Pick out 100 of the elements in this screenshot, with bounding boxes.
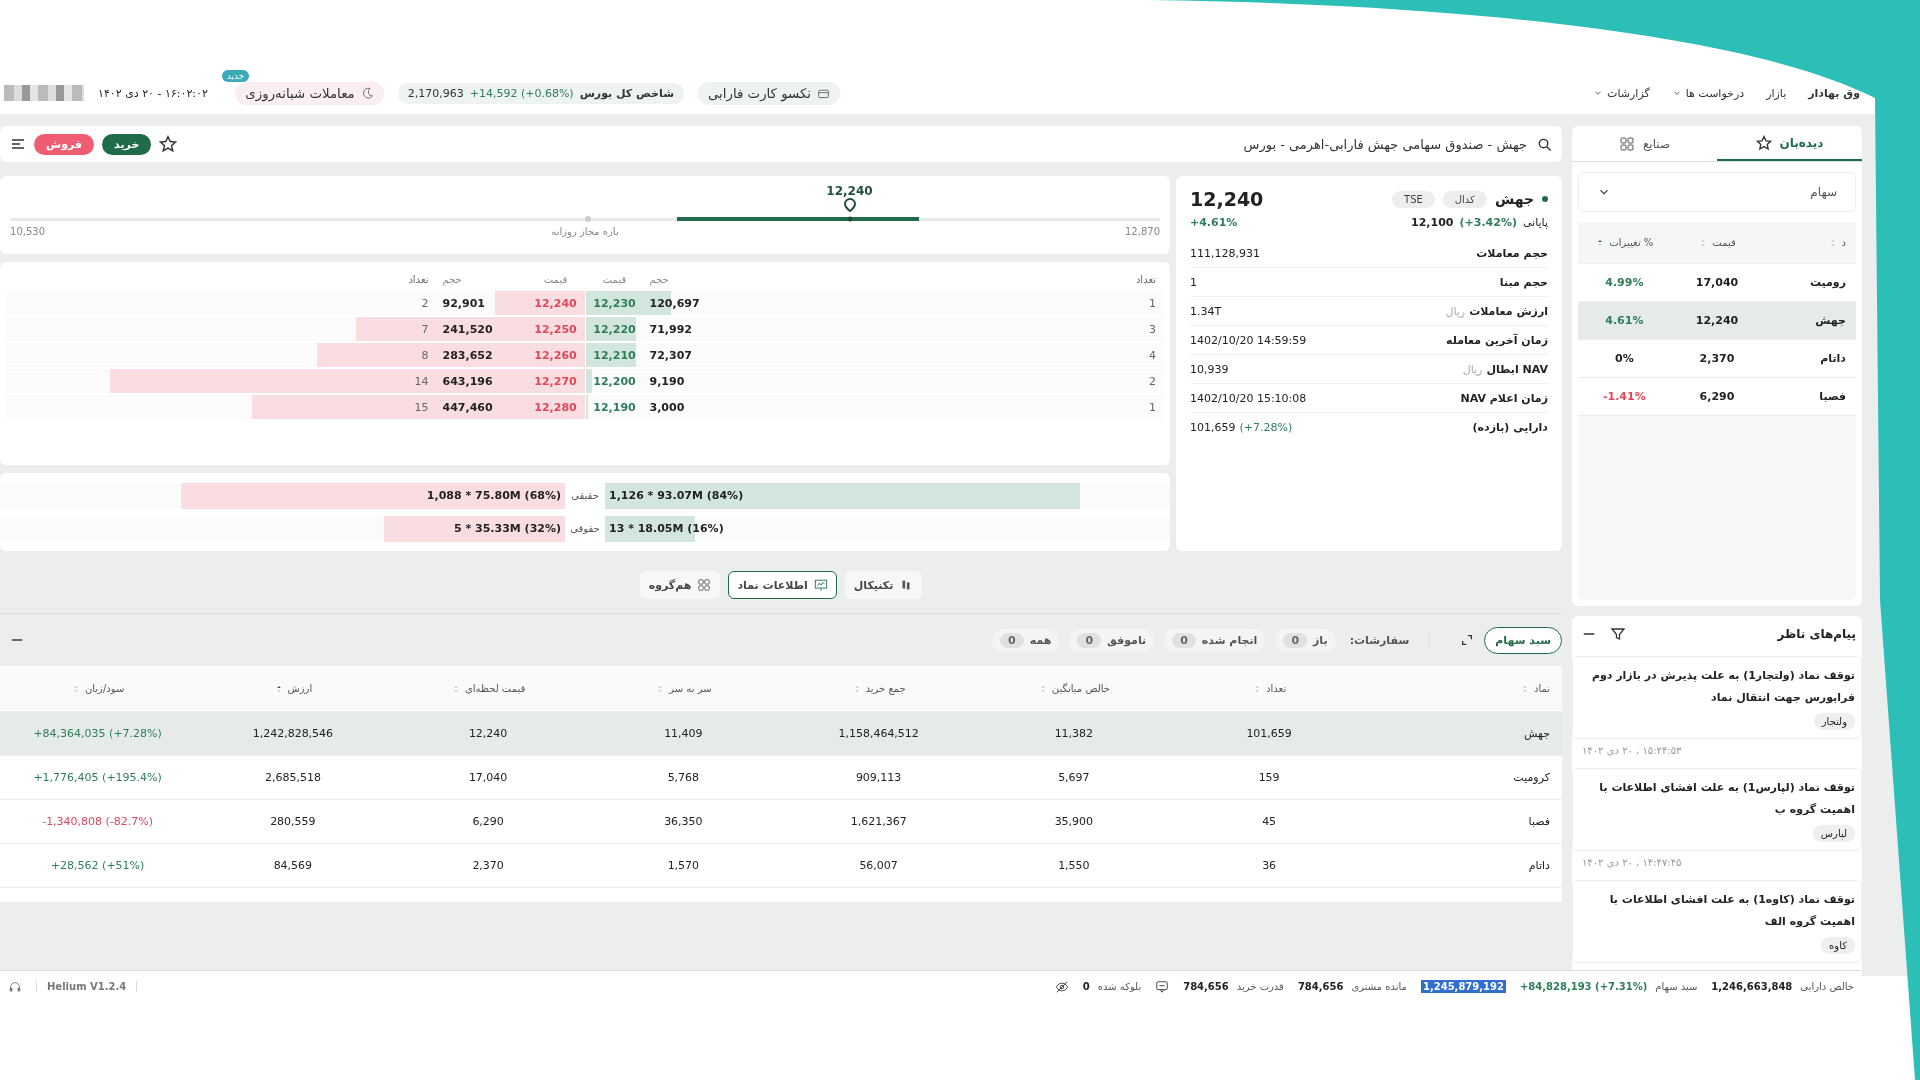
status-label: خالص دارایی xyxy=(1800,981,1854,992)
status-value: 784,656 xyxy=(1183,981,1229,992)
buy-share-text: 1,126 * 93.07M (84%) xyxy=(608,489,745,502)
message-icon[interactable] xyxy=(1155,979,1170,994)
change-percent: 4.61% xyxy=(1604,314,1645,327)
order-volume: 71,992 xyxy=(648,322,693,336)
closing-label: پایانی xyxy=(1522,216,1548,229)
unit-label: ریال xyxy=(1445,304,1466,318)
symbol-tag[interactable]: ولتجار xyxy=(1813,713,1855,730)
order-count: 3 xyxy=(1148,322,1157,336)
expand-icon[interactable] xyxy=(1460,633,1475,647)
field-label: ارزش معاملات xyxy=(1469,304,1548,318)
count-badge: 0 xyxy=(1000,632,1024,648)
table-cell-text: 280,559 xyxy=(269,815,317,828)
table-cell-text: 1,242,828,546 xyxy=(251,727,335,740)
panel-title: پیام‌های ناظر xyxy=(1776,627,1856,641)
card-button[interactable]: نکسو کارت فارابی xyxy=(697,81,841,105)
message-text: توقف نماد (کاوه1) به علت افشای اطلاعات با اهمیت گروه الف xyxy=(1608,892,1855,930)
symbol-name: فصبا xyxy=(1818,390,1847,403)
star-icon xyxy=(1755,134,1772,151)
ask-price: 12,260 xyxy=(533,348,578,362)
count-badge: 0 xyxy=(1283,632,1308,648)
moon-icon xyxy=(360,86,374,100)
ask-price: 12,280 xyxy=(533,400,578,414)
search-icon xyxy=(1537,136,1552,152)
sidebar-tab[interactable]: دیده‌بان xyxy=(1717,126,1862,161)
table-cell-text: 2,370 xyxy=(471,859,505,872)
order-volume: 241,520 xyxy=(441,322,494,336)
index-change: +14,592 (+0.68%) xyxy=(469,86,574,100)
table-cell-text: 45 xyxy=(1261,815,1278,828)
menu-item[interactable]: درخواست ها xyxy=(1671,86,1745,100)
change-percent: 4.99% xyxy=(1604,276,1645,289)
symbol-tag[interactable]: لپارس xyxy=(1812,825,1855,842)
hide-icon[interactable] xyxy=(1054,979,1069,994)
filter-icon[interactable] xyxy=(1610,626,1626,642)
ask-price: 12,250 xyxy=(533,322,578,336)
buy-button[interactable]: خرید xyxy=(102,133,152,155)
investor-type-label: حقوقی xyxy=(569,523,601,534)
field-value: 111,128,931 xyxy=(1190,246,1260,260)
order-volume: 92,901 xyxy=(441,296,486,310)
column-header: % تغییرات xyxy=(1578,237,1671,248)
column-header: قیمت xyxy=(542,273,569,285)
symbol-name: جهش xyxy=(1814,314,1847,327)
table-cell-text: 1,550 xyxy=(1057,859,1091,872)
grid-icon xyxy=(697,578,712,592)
bid-price: 12,190 xyxy=(592,400,637,414)
view-tab[interactable]: هم‌گروه xyxy=(639,571,721,599)
field-value: 1.34T xyxy=(1190,304,1222,318)
order-count: 8 xyxy=(420,348,430,362)
date-time: ۱۶:۰۲:۰۲ - ۲۰ دی ۱۴۰۲ xyxy=(98,86,208,100)
column-header: حجم xyxy=(441,273,463,285)
count-badge: 0 xyxy=(1172,632,1196,648)
symbol-tag[interactable]: TSE xyxy=(1392,190,1435,208)
table-cell-text: 35,900 xyxy=(1053,815,1095,828)
menu-item[interactable]: گزارشات xyxy=(1593,86,1650,100)
status-value: 1,245,879,192 xyxy=(1420,980,1506,993)
sell-share-text: 5 * 35.33M (32%) xyxy=(452,522,562,535)
field-label: حجم معاملات xyxy=(1476,246,1548,260)
column-header: د xyxy=(1763,237,1856,248)
order-volume: 3,000 xyxy=(648,400,686,414)
column-header: تعداد xyxy=(1171,683,1367,694)
order-count: 15 xyxy=(413,400,430,414)
order-count: 4 xyxy=(1148,348,1157,362)
star-icon[interactable] xyxy=(159,135,178,153)
sidebar-tab[interactable]: صنایع xyxy=(1572,126,1717,161)
ask-price: 12,270 xyxy=(533,374,578,388)
field-label: NAV ابطال xyxy=(1486,362,1548,376)
order-volume: 9,190 xyxy=(648,374,686,388)
price: 2,370 xyxy=(1698,352,1736,365)
menu-icon[interactable] xyxy=(10,136,26,152)
status-value: +84,828,193 (+7.31%) xyxy=(1519,981,1648,992)
watchlist-dropdown[interactable]: سهام xyxy=(1578,172,1856,212)
field-value-change: (+7.28%) xyxy=(1239,421,1293,434)
view-tab[interactable]: اطلاعات نماد xyxy=(728,571,837,599)
table-cell-text: 5,768 xyxy=(666,771,701,784)
sell-share-text: 1,088 * 75.80M (68%) xyxy=(425,489,562,502)
bid-price: 12,230 xyxy=(592,296,637,310)
view-tab[interactable]: تکنیکال xyxy=(844,571,923,599)
field-label: دارایی (بازده) xyxy=(1472,421,1548,434)
status-value: 1,246,663,848 xyxy=(1711,981,1793,992)
column-header: سود/زیان xyxy=(0,683,196,694)
symbol-name: رومیت xyxy=(1808,276,1847,289)
menu-item[interactable]: بازار xyxy=(1766,86,1787,100)
status-value: 0 xyxy=(1082,981,1090,992)
status-dot-icon xyxy=(1542,196,1548,202)
symbol-tag[interactable]: کاوه xyxy=(1821,937,1855,954)
table-cell-text: 909,113 xyxy=(854,771,903,784)
price: 6,290 xyxy=(1698,390,1736,403)
table-cell-text: 11,382 xyxy=(1053,727,1095,740)
column-header: قیمت xyxy=(601,273,628,285)
basket-button[interactable]: سبد سهام xyxy=(1484,626,1562,654)
order-count: 7 xyxy=(420,322,430,336)
order-volume: 120,697 xyxy=(648,296,701,310)
support-icon[interactable] xyxy=(8,979,22,994)
message-time: ۱۵:۲۴:۵۳ ، ۲۰ دی ۱۴۰۲ xyxy=(1581,744,1683,758)
night-trading-button[interactable]: معاملات شبانه‌روزی xyxy=(235,81,384,105)
symbol-tag[interactable]: کدال xyxy=(1442,190,1487,208)
orders-label: سفارشات: xyxy=(1349,633,1431,647)
order-volume: 643,196 xyxy=(441,374,494,388)
menu-item[interactable]: وق بهادار xyxy=(1808,86,1860,100)
